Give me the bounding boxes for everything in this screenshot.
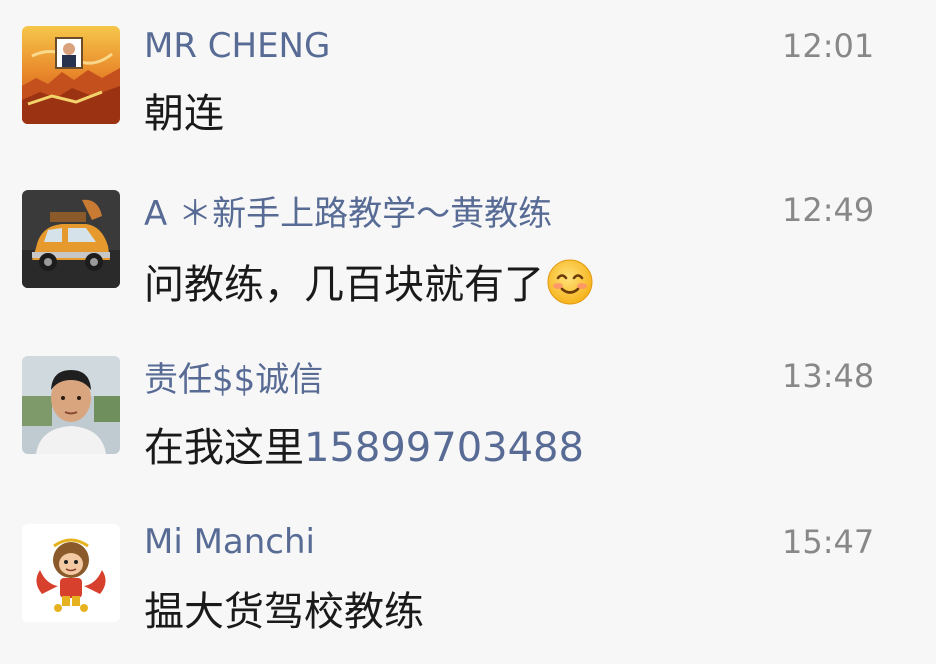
comment-text: 揾大货驾校教练 [144,588,424,636]
comment-list: MR CHENG 12:01 朝连 A ＊新手上路教学～黄教练 12:49 问教… [0,0,936,664]
comment-author-name[interactable]: MR CHENG [144,26,330,66]
comment-author-name[interactable]: A ＊新手上路教学～黄教练 [144,194,552,234]
comment-text-content: 问教练，几百块就有了 [144,262,544,308]
comment-item: 责任$$诚信 13:48 在我这里15899703488 [0,332,936,498]
phone-number-link[interactable]: 15899703488 [304,425,584,471]
orange-car-avatar-icon[interactable] [22,190,120,288]
man-portrait-avatar-icon[interactable] [22,356,120,454]
comment-item: A ＊新手上路教学～黄教练 12:49 问教练，几百块就有了 [0,166,936,332]
comment-time: 12:01 [782,27,875,65]
smiling-face-icon [546,258,594,306]
comment-item: Mi Manchi 15:47 揾大货驾校教练 [0,498,936,664]
comment-time: 13:48 [782,357,875,395]
comment-text-content: 朝连 [144,91,224,137]
comment-text: 问教练，几百块就有了 [144,258,594,309]
comment-author-name[interactable]: 责任$$诚信 [144,360,323,400]
comment-time: 15:47 [782,523,875,561]
comment-text: 朝连 [144,90,224,138]
comment-time: 12:49 [782,191,875,229]
comment-text: 在我这里15899703488 [144,424,584,472]
monkey-king-avatar-icon[interactable] [22,524,120,622]
comment-item: MR CHENG 12:01 朝连 [0,0,936,166]
comment-author-name[interactable]: Mi Manchi [144,522,315,562]
comment-text-content: 揾大货驾校教练 [144,589,424,635]
great-wall-avatar-icon[interactable] [22,26,120,124]
comment-text-content: 在我这里 [144,425,304,471]
